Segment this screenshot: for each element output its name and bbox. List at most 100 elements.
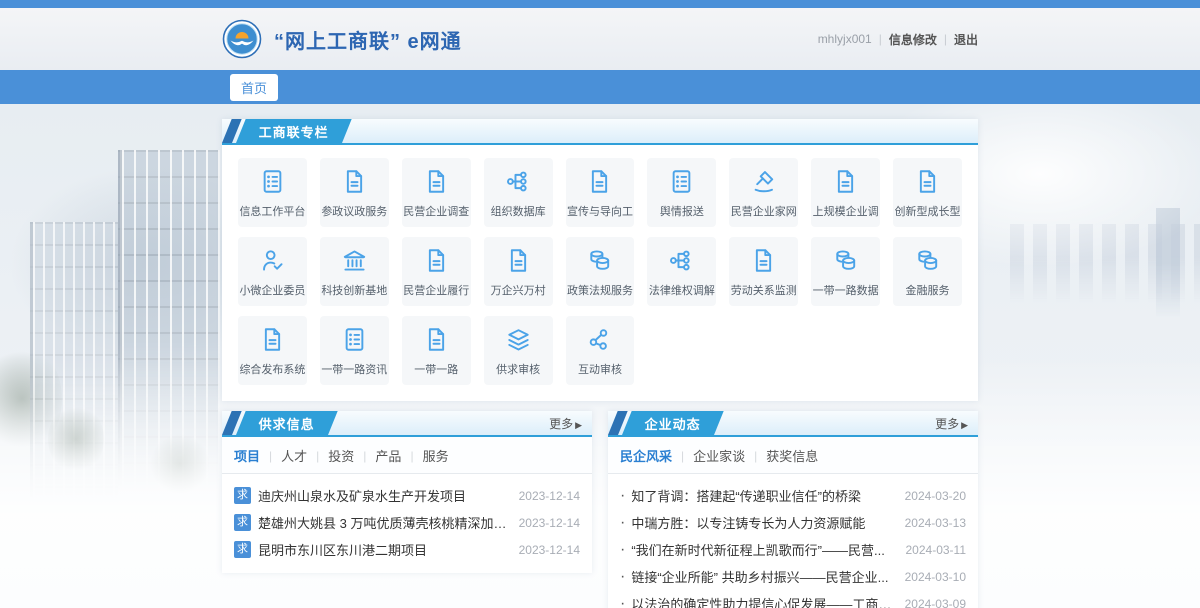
nav-home-button[interactable]: 首页 [230,74,278,101]
enterprise-news-row[interactable]: ·以法治的确定性助力提信心促发展——工商联...2024-03-09 [620,590,966,608]
gavel-icon [749,167,778,196]
org-chart-icon [667,246,696,275]
top-accent-strip [0,0,1200,8]
special-column-item-label: 宣传与导向工... [567,203,633,219]
enterprise-news-row[interactable]: ·“我们在新时代新征程上凯歌而行”——民营...2024-03-11 [620,536,966,563]
special-column-item[interactable]: 组织数据库 [484,158,553,227]
special-column-item[interactable]: 一带一路数据库 [811,237,880,306]
tab-enterprise_news-1[interactable]: 企业家谈 [693,446,745,465]
database-icon [913,246,942,275]
site-logo-icon [222,19,262,59]
doc-icon [258,325,287,354]
special-column-item[interactable]: 民营企业履行... [402,237,471,306]
user-bar: mhlyjx001 | 信息修改 | 退出 [818,31,978,48]
special-column-item-label: 上规模企业调查 [813,203,879,219]
row-title: “我们在新时代新征程上凯歌而行”——民营... [631,540,895,559]
supply-demand-title: 供求信息 [259,414,315,433]
special-column-item[interactable]: 劳动关系监测 [729,237,798,306]
special-column-item-label: 小微企业委员... [239,282,305,298]
supply-demand-more-link[interactable]: 更多▶ [549,415,592,432]
special-column-item-label: 民营企业调查 [403,203,469,219]
supply-demand-tabs: 项目|人才|投资|产品|服务 [222,437,592,474]
supply-demand-row[interactable]: 求昆明市东川区东川港二期项目2023-12-14 [234,536,580,563]
special-column-item[interactable]: 科技创新基地 [320,237,389,306]
doc-icon [422,167,451,196]
special-column-item[interactable]: 舆情报送 [647,158,716,227]
special-column-item-label: 创新型成长型... [895,203,961,219]
person-check-icon [258,246,287,275]
doc-icon [340,167,369,196]
tab-separator: | [269,449,272,463]
special-column-item[interactable]: 一带一路资讯库 [320,316,389,385]
row-date: 2024-03-13 [905,516,966,530]
special-column-item[interactable]: 万企兴万村 [484,237,553,306]
enterprise-news-row[interactable]: ·链接“企业所能” 共助乡村振兴——民营企业...2024-03-10 [620,563,966,590]
separator: | [944,32,947,46]
special-column-item[interactable]: 金融服务 [893,237,962,306]
doc-icon [585,167,614,196]
enterprise-news-tabs: 民企风采|企业家谈|获奖信息 [608,437,978,474]
demand-badge: 求 [234,487,251,504]
more-arrow-icon: ▶ [575,420,582,430]
special-column-item[interactable]: 一带一路 [402,316,471,385]
bullet-icon: · [620,487,625,505]
special-column-item[interactable]: 创新型成长型... [893,158,962,227]
special-column-item[interactable]: 宣传与导向工... [566,158,635,227]
special-column-item[interactable]: 综合发布系统 [238,316,307,385]
row-date: 2024-03-11 [906,543,967,557]
tab-enterprise_news-2[interactable]: 获奖信息 [766,446,818,465]
special-column-item[interactable]: 小微企业委员... [238,237,307,306]
database-icon [831,246,860,275]
tab-enterprise_news-0[interactable]: 民企风采 [620,446,672,465]
special-column-grid: 信息工作平台参政议政服务民营企业调查组织数据库宣传与导向工...舆情报送民营企业… [222,145,978,401]
special-column-item-label: 参政议政服务 [321,203,387,219]
doc-list-icon [258,167,287,196]
special-column-item[interactable]: 互动审核 [566,316,635,385]
tab-separator: | [754,449,757,463]
tab-supply_demand-0[interactable]: 项目 [234,446,260,465]
doc-icon [749,246,778,275]
org-chart-icon [504,167,533,196]
supply-demand-title-tab: 供求信息 [236,411,338,435]
modify-info-link[interactable]: 信息修改 [889,31,937,48]
row-title: 昆明市东川区东川港二期项目 [258,540,509,559]
special-column-item-label: 科技创新基地 [321,282,387,298]
row-title: 知了背调：搭建起“传递职业信任”的桥梁 [631,486,894,505]
special-column-item[interactable]: 民营企业调查 [402,158,471,227]
bullet-icon: · [620,568,625,586]
doc-icon [913,167,942,196]
tab-separator: | [363,449,366,463]
special-column-item[interactable]: 民营企业家网... [729,158,798,227]
tab-supply_demand-2[interactable]: 投资 [328,446,354,465]
enterprise-news-more-link[interactable]: 更多▶ [935,415,978,432]
special-column-item[interactable]: 法律维权调解... [647,237,716,306]
tab-separator: | [316,449,319,463]
special-column-item[interactable]: 供求审核 [484,316,553,385]
special-column-item[interactable]: 参政议政服务 [320,158,389,227]
doc-icon [422,246,451,275]
bullet-icon: · [620,595,625,608]
tab-supply_demand-1[interactable]: 人才 [281,446,307,465]
special-column-item-label: 民营企业履行... [403,282,469,298]
enterprise-news-row[interactable]: ·知了背调：搭建起“传递职业信任”的桥梁2024-03-20 [620,482,966,509]
supply-demand-row[interactable]: 求楚雄州大姚县 3 万吨优质薄壳核桃精深加工及科...2023-12-14 [234,509,580,536]
tab-supply_demand-3[interactable]: 产品 [375,446,401,465]
special-column-item[interactable]: 信息工作平台 [238,158,307,227]
special-column-item-label: 劳动关系监测 [731,282,797,298]
special-column-item[interactable]: 政策法规服务... [566,237,635,306]
special-column-item-label: 民营企业家网... [731,203,797,219]
enterprise-news-row[interactable]: ·中瑞方胜：以专注铸专长为人力资源赋能2024-03-13 [620,509,966,536]
special-column-item[interactable]: 上规模企业调查 [811,158,880,227]
enterprise-news-panel: 企业动态 更多▶ 民企风采|企业家谈|获奖信息 ·知了背调：搭建起“传递职业信任… [608,411,978,608]
special-column-item-label: 一带一路数据库 [813,282,879,298]
special-column-panel: 工商联专栏 信息工作平台参政议政服务民营企业调查组织数据库宣传与导向工... 舆情… [222,119,978,401]
tab-supply_demand-4[interactable]: 服务 [423,446,449,465]
special-column-item-label: 万企兴万村 [491,282,546,298]
row-date: 2024-03-09 [905,597,966,608]
doc-icon [504,246,533,275]
supply-demand-row[interactable]: 求迪庆州山泉水及矿泉水生产开发项目2023-12-14 [234,482,580,509]
special-column-title-tab: 工商联专栏 [236,119,352,143]
row-title: 链接“企业所能” 共助乡村振兴——民营企业... [631,567,894,586]
logout-link[interactable]: 退出 [954,31,978,48]
special-column-item-label: 政策法规服务... [567,282,633,298]
